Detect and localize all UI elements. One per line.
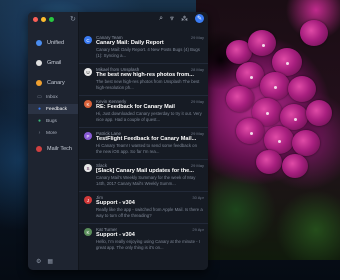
- list-toolbar: ⌕ ⩔ ⁂ ✎: [159, 14, 204, 23]
- email-subject: RE: Feedback for Canary Mail: [96, 104, 175, 110]
- filter-icon[interactable]: ⩔: [170, 15, 174, 23]
- mailr-tech-account-icon: [36, 146, 42, 152]
- list-item[interactable]: J Jim 30 Apr Support - v304 Really like …: [79, 192, 208, 224]
- canary-account-icon: [36, 80, 42, 86]
- email-subject: Support - v304: [96, 232, 135, 238]
- email-subject: The best new high-res photos from...: [96, 72, 194, 78]
- zoom-window-button[interactable]: [49, 17, 54, 22]
- hydrangea-photo: [196, 0, 340, 260]
- list-item[interactable]: S Slack 29 May [Slack] Canary Mail updat…: [79, 160, 208, 192]
- email-subject: [Slack] Canary Mail updates for the...: [96, 168, 194, 174]
- email-subject: TestFlight Feedback for Canary Mail...: [96, 136, 197, 142]
- email-subject: Support - v304: [96, 200, 135, 206]
- folder-label: Feedback: [46, 106, 68, 112]
- email-preview: Really like the app - switched from Appl…: [96, 207, 203, 218]
- message-list: ⌕ ⩔ ⁂ ✎ C Canary Team 29 May Canary Mail…: [79, 12, 208, 270]
- sidebar-item-more[interactable]: › More: [28, 128, 78, 138]
- folder-label: Inbox: [46, 94, 58, 100]
- list-item[interactable]: K Kat Turner 29 Apr Support - v304 Hello…: [79, 224, 208, 255]
- list-item[interactable]: P Patrick Lane 29 May TestFlight Feedbac…: [79, 128, 208, 160]
- sidebar-item-bugs[interactable]: ● Bugs: [28, 116, 78, 126]
- folder-label: Bugs: [46, 118, 57, 124]
- canary-mail-window: ↻ Unified Gmail Canary ▭ Inbox ● Feedbac…: [28, 12, 208, 270]
- list-item[interactable]: C Canary Team 29 May Canary Mail: Daily …: [79, 32, 208, 64]
- list-item[interactable]: U Mikael from Unsplash 28 May The best n…: [79, 64, 208, 96]
- email-preview: Hi Canary Team! I wanted to send some fe…: [96, 143, 197, 154]
- account-label: Unified: [47, 40, 65, 46]
- inbox-icon: ▭: [37, 94, 42, 100]
- sidebar-account-mailr-tech[interactable]: Mailr Tech: [28, 142, 78, 156]
- email-preview: Hi, Just downloaded Canary yesterday to …: [96, 111, 202, 122]
- sidebar-account-canary[interactable]: Canary: [28, 76, 78, 90]
- avatar: P: [84, 132, 92, 140]
- bug-icon: ●: [37, 118, 42, 124]
- sidebar-item-inbox[interactable]: ▭ Inbox: [28, 92, 78, 102]
- list-item[interactable]: K Kevin Kennerly 29 May RE: Feedback for…: [79, 96, 208, 128]
- avatar: S: [84, 164, 92, 172]
- search-icon[interactable]: ⌕: [159, 15, 163, 23]
- settings-icon[interactable]: ⚙: [36, 258, 41, 265]
- avatar: C: [84, 36, 92, 44]
- email-preview: Hello, I'm really enjoying using Canary …: [96, 239, 200, 250]
- account-label: Gmail: [47, 60, 62, 66]
- email-subject: Canary Mail: Daily Report: [96, 40, 164, 46]
- sidebar-account-gmail[interactable]: Gmail: [28, 56, 78, 70]
- email-preview: Canary Mail: Daily Report. 4 New Posts B…: [96, 47, 200, 58]
- account-label: Mailr Tech: [47, 146, 72, 152]
- compose-icon[interactable]: ✎: [195, 14, 204, 23]
- account-label: Canary: [47, 80, 65, 86]
- close-window-button[interactable]: [33, 17, 38, 22]
- sidebar-account-unified[interactable]: Unified: [28, 36, 78, 50]
- sidebar: ↻ Unified Gmail Canary ▭ Inbox ● Feedbac…: [28, 12, 79, 270]
- magic-icon[interactable]: ⁂: [181, 15, 188, 23]
- sidebar-footer: ⚙ ▦: [36, 258, 53, 265]
- email-preview: The best new high-res photos from Unspla…: [96, 79, 200, 90]
- unified-account-icon: [36, 40, 42, 46]
- calendar-icon[interactable]: ▦: [47, 258, 53, 265]
- folder-label: More: [46, 130, 57, 136]
- email-preview: Canary Mail's Weekly Summary for the wee…: [96, 175, 196, 186]
- sidebar-item-feedback[interactable]: ● Feedback: [28, 104, 78, 114]
- minimize-window-button[interactable]: [41, 17, 46, 22]
- avatar: K: [84, 100, 92, 108]
- refresh-icon[interactable]: ↻: [70, 15, 76, 23]
- avatar: U: [84, 68, 92, 76]
- avatar: K: [84, 228, 92, 236]
- avatar: J: [84, 196, 92, 204]
- more-icon: ›: [38, 130, 41, 136]
- gmail-account-icon: [36, 60, 42, 66]
- window-controls: [33, 17, 54, 22]
- tag-icon: ●: [37, 106, 42, 112]
